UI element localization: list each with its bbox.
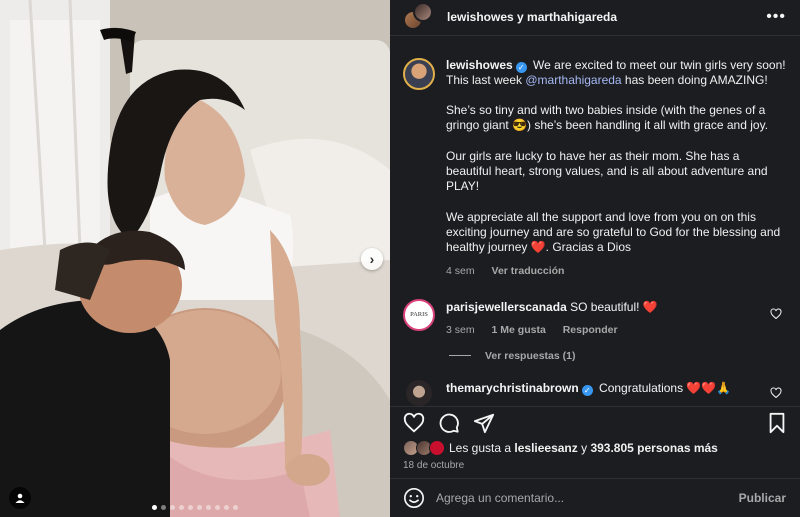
post-header: lewishowes y marthahigareda •••	[390, 0, 800, 36]
comment-input[interactable]	[436, 491, 739, 506]
caption: lewishowes ✓ We are excited to meet our t…	[403, 57, 786, 279]
post-modal: › lewishowes y marthahigareda ••• lewish…	[0, 0, 800, 517]
caption-meta: 4 sem Ver traducción	[446, 264, 786, 279]
translate-link[interactable]: Ver traducción	[492, 265, 565, 277]
carousel-next-button[interactable]: ›	[361, 248, 383, 270]
person-icon	[15, 493, 25, 503]
liker-username[interactable]: leslieesanz	[514, 441, 577, 455]
liker-avatars	[403, 440, 445, 457]
carousel-dot[interactable]	[206, 505, 211, 510]
publish-button[interactable]: Publicar	[739, 491, 786, 505]
likes-summary[interactable]: Les gusta a leslieesanz y 393.805 person…	[390, 440, 800, 457]
caption-username[interactable]: lewishowes	[446, 58, 513, 72]
more-horizontal-icon[interactable]: •••	[766, 8, 786, 26]
avatar	[429, 440, 445, 457]
caption-time: 4 sem	[446, 264, 475, 277]
caption-paragraph: She’s so tiny and with two babies inside…	[446, 103, 769, 133]
comment-meta: 3 sem 1 Me gusta Responder	[446, 324, 658, 336]
comment-likes-link[interactable]: 1 Me gusta	[492, 324, 546, 336]
post-photo[interactable]: ›	[0, 0, 390, 517]
avatar[interactable]	[403, 57, 435, 90]
carousel-dot[interactable]	[233, 505, 238, 510]
chevron-right-icon: ›	[369, 251, 375, 267]
carousel-dot[interactable]	[188, 505, 193, 510]
view-replies-button[interactable]: Ver respuestas (1)	[449, 350, 786, 362]
carousel-dot[interactable]	[170, 505, 175, 510]
view-replies-label: Ver respuestas (1)	[485, 349, 576, 362]
post-actions	[390, 405, 800, 440]
carousel-dot[interactable]	[197, 505, 202, 510]
comment-icon[interactable]	[438, 412, 460, 434]
comment-body: themarychristinabrown ✓ Congratulations ❤…	[446, 380, 731, 406]
avatar	[413, 2, 433, 23]
bookmark-icon[interactable]	[766, 412, 788, 434]
carousel-dot[interactable]	[215, 505, 220, 510]
avatar[interactable]: PARIS	[403, 298, 435, 331]
post-side-panel: lewishowes y marthahigareda ••• lewishow…	[390, 0, 800, 517]
carousel-dot[interactable]	[152, 505, 157, 510]
comment-text: SO beautiful! ❤️	[570, 299, 658, 314]
collab-avatars[interactable]	[403, 2, 433, 32]
heart-icon[interactable]	[403, 412, 425, 434]
comment-text: Congratulations ❤️❤️🙏	[599, 380, 732, 395]
comment-username[interactable]: parisjewellerscanada	[446, 300, 567, 314]
comment-body: parisjewellerscanada SO beautiful! ❤️ 3 …	[446, 299, 658, 336]
verified-badge-icon: ✓	[515, 61, 527, 73]
heart-icon[interactable]	[770, 387, 782, 399]
likes-count[interactable]: 393.805 personas más	[590, 441, 717, 455]
caption-text: has been doing AMAZING!	[621, 72, 768, 87]
caption-paragraph: Our girls are lucky to have her as their…	[446, 148, 768, 194]
carousel-indicator	[0, 505, 390, 510]
verified-badge-icon: ✓	[581, 384, 593, 396]
likes-prefix: Les gusta a	[449, 441, 515, 456]
reply-button[interactable]: Responder	[563, 324, 618, 336]
carousel-dot[interactable]	[161, 505, 166, 510]
comments-list: lewishowes ✓ We are excited to meet our t…	[390, 36, 800, 406]
comment-username[interactable]: themarychristinabrown	[446, 381, 579, 395]
divider	[449, 355, 471, 357]
couple-photo-illustration	[0, 0, 390, 517]
comment-time: 3 sem	[446, 323, 475, 336]
heart-icon[interactable]	[770, 308, 782, 320]
comment-item: themarychristinabrown ✓ Congratulations ❤…	[403, 379, 786, 406]
comment-item: PARIS parisjewellerscanada SO beautiful!…	[403, 298, 786, 336]
caption-body: lewishowes ✓ We are excited to meet our t…	[446, 58, 786, 279]
avatar-logo-text: PARIS	[410, 311, 428, 319]
caption-paragraph: We appreciate all the support and love f…	[446, 209, 781, 255]
mention-link[interactable]: @marthahigareda	[525, 73, 621, 87]
post-authors[interactable]: lewishowes y marthahigareda	[447, 10, 766, 24]
carousel-dot[interactable]	[224, 505, 229, 510]
add-comment-bar: Publicar	[390, 478, 800, 517]
post-date: 18 de octubre	[403, 459, 465, 471]
share-icon[interactable]	[473, 412, 495, 434]
emoji-icon[interactable]	[403, 487, 425, 509]
likes-text: Les gusta a leslieesanz y 393.805 person…	[449, 441, 718, 455]
avatar[interactable]	[406, 379, 432, 406]
likes-joiner: y	[577, 441, 591, 456]
carousel-dot[interactable]	[179, 505, 184, 510]
